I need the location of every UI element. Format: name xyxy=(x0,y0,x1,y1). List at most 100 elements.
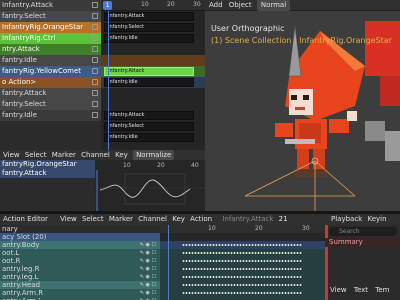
menu-add[interactable]: Add xyxy=(209,0,223,11)
keyframe-row[interactable] xyxy=(160,249,325,257)
graph-menu-marker[interactable]: Marker xyxy=(52,150,76,160)
nla-action-strip[interactable]: Infantry.Idle xyxy=(104,34,194,43)
keyframe-row[interactable] xyxy=(160,265,325,273)
graph-channel[interactable]: fantryRig.OrangeStar xyxy=(0,160,95,169)
graph-menu-select[interactable]: Select xyxy=(25,150,47,160)
keyframe-markers[interactable] xyxy=(182,275,302,279)
action-channel-row[interactable]: antry.Head ✎ ◉ ☐ xyxy=(0,281,160,289)
checkbox-icon[interactable] xyxy=(92,112,98,118)
nla-track-row[interactable]: fantry.Idle xyxy=(0,110,101,121)
orientation-dropdown[interactable]: Normal xyxy=(256,0,291,11)
channel-flag-icons[interactable]: ✎ ◉ ☐ xyxy=(140,241,156,249)
graph-menu-view[interactable]: View xyxy=(3,150,20,160)
nla-track-row[interactable]: fantry.Select xyxy=(0,99,101,110)
normalize-toggle[interactable]: Normalize xyxy=(133,150,175,160)
action-channel-row[interactable]: oot.L ✎ ◉ ☐ xyxy=(0,249,160,257)
action-channel-row[interactable]: antry.leg.R ✎ ◉ ☐ xyxy=(0,265,160,273)
keyframe-markers[interactable] xyxy=(182,267,302,271)
nla-action-strip[interactable]: Infantry.Attack xyxy=(104,111,194,120)
nla-track-label: fantry.Idle xyxy=(2,56,37,64)
action-menu-key[interactable]: Key xyxy=(172,214,185,225)
action-editor-title[interactable]: Action Editor xyxy=(3,214,48,225)
keyframe-markers[interactable] xyxy=(182,259,302,263)
action-menu-action[interactable]: Action xyxy=(190,214,212,225)
nla-track-row[interactable]: ntry.Attack xyxy=(0,44,101,55)
nla-action-strip[interactable]: Infantry.Select xyxy=(104,23,194,32)
nla-action-strip[interactable]: Infantry.Attack xyxy=(104,12,194,21)
action-channel-row[interactable]: antry.leg.L ✎ ◉ ☐ xyxy=(0,273,160,281)
checkbox-icon[interactable] xyxy=(92,57,98,63)
3d-viewport[interactable]: Add Object Normal User Orthographic (1) … xyxy=(205,0,400,211)
timeline-panel[interactable]: Playback Keyin Search Summary View Text … xyxy=(325,214,400,300)
channel-flag-icons[interactable]: ✎ ◉ ☐ xyxy=(140,273,156,281)
action-channel-row[interactable]: oot.R ✎ ◉ ☐ xyxy=(0,257,160,265)
action-channel-row[interactable]: antry.Arm.R ✎ ◉ ☐ xyxy=(0,289,160,297)
nla-track-row[interactable]: fantry.Attack xyxy=(0,88,101,99)
checkbox-icon[interactable] xyxy=(92,90,98,96)
graph-plot[interactable]: 10 20 40 xyxy=(95,160,205,211)
action-channel-row[interactable]: nary xyxy=(0,225,160,233)
keyframe-row[interactable] xyxy=(160,241,325,249)
keyframe-markers[interactable] xyxy=(182,283,302,287)
current-frame-badge[interactable]: 1 xyxy=(103,1,112,10)
keyframe-markers[interactable] xyxy=(182,291,302,295)
action-name-field[interactable]: Infantry.Attack xyxy=(222,214,273,225)
footer-view[interactable]: View xyxy=(330,285,347,296)
nla-track-row[interactable]: InfantryRig.Ctrl xyxy=(0,33,101,44)
nla-action-strip[interactable]: Infantry.Idle xyxy=(104,133,194,142)
checkbox-icon[interactable] xyxy=(92,13,98,19)
checkbox-icon[interactable] xyxy=(92,101,98,107)
action-menu-marker[interactable]: Marker xyxy=(109,214,133,225)
nla-action-strip[interactable]: Infantry.Attack xyxy=(104,67,194,76)
checkbox-icon[interactable] xyxy=(92,2,98,8)
action-menu-view[interactable]: View xyxy=(60,214,77,225)
checkbox-icon[interactable] xyxy=(92,24,98,30)
checkbox-icon[interactable] xyxy=(92,35,98,41)
channel-flag-icons[interactable]: ✎ ◉ ☐ xyxy=(140,289,156,297)
action-channel-row[interactable]: acy Slot (20) xyxy=(0,233,160,241)
nla-action-strip[interactable]: Infantry.Idle xyxy=(104,78,194,87)
nla-frame-ruler[interactable]: 1 10 20 30 xyxy=(101,0,205,11)
keyframe-row[interactable] xyxy=(160,257,325,265)
keyframe-row[interactable] xyxy=(160,273,325,281)
channel-flag-icons[interactable]: ✎ ◉ ☐ xyxy=(140,281,156,289)
rifle xyxy=(285,139,315,144)
footer-template[interactable]: Tem xyxy=(375,285,389,296)
graph-channel-list[interactable]: fantryRig.OrangeStar fantry.Attack xyxy=(0,160,95,211)
nla-track-row[interactable]: InfantryRig.OrangeStar xyxy=(0,22,101,33)
channel-flag-icons[interactable]: ✎ ◉ ☐ xyxy=(140,257,156,265)
keyframe-row[interactable] xyxy=(160,233,325,241)
checkbox-icon[interactable] xyxy=(92,46,98,52)
playback-menu[interactable]: Playback xyxy=(331,214,362,225)
footer-text[interactable]: Text xyxy=(354,285,368,296)
graph-editor[interactable]: View Select Marker Channel Key Normalize… xyxy=(0,150,205,211)
graph-menu-key[interactable]: Key xyxy=(115,150,128,160)
nla-track-row[interactable]: fantry.Select xyxy=(0,11,101,22)
action-tick-30: 30 xyxy=(302,225,310,232)
nla-track-row[interactable]: Infantry.Attack xyxy=(0,0,101,11)
graph-menu-channel[interactable]: Channel xyxy=(81,150,110,160)
timeline-search-input[interactable]: Search xyxy=(329,227,397,236)
keyframe-row[interactable] xyxy=(160,289,325,297)
keyframe-row[interactable] xyxy=(160,281,325,289)
menu-object[interactable]: Object xyxy=(229,0,252,11)
action-channel-row[interactable]: antry.Body ✎ ◉ ☐ xyxy=(0,241,160,249)
checkbox-icon[interactable] xyxy=(92,68,98,74)
nla-action-strip[interactable]: Infantry.Select xyxy=(104,122,194,131)
action-channel-list[interactable]: nary acy Slot (20) antry.Body ✎ ◉ ☐ oot.L ✎ ◉… xyxy=(0,225,160,300)
action-menu-channel[interactable]: Channel xyxy=(138,214,167,225)
keying-menu[interactable]: Keyin xyxy=(367,214,386,225)
graph-channel[interactable]: fantry.Attack xyxy=(0,169,95,178)
checkbox-icon[interactable] xyxy=(92,79,98,85)
channel-flag-icons[interactable]: ✎ ◉ ☐ xyxy=(140,265,156,273)
keyframe-markers[interactable] xyxy=(182,251,302,255)
nla-strip-area[interactable]: 1 10 20 30 Infantry.Attack Infantry.Selec… xyxy=(101,0,205,150)
nla-track-row[interactable]: fantryRig.YellowComet xyxy=(0,66,101,77)
channel-flag-icons[interactable]: ✎ ◉ ☐ xyxy=(140,249,156,257)
summary-row[interactable]: Summary xyxy=(325,238,400,247)
keyframe-markers[interactable] xyxy=(182,243,302,247)
nla-track-row[interactable]: o Action> xyxy=(0,77,101,88)
action-menu-select[interactable]: Select xyxy=(82,214,104,225)
nla-track-row[interactable]: fantry.Idle xyxy=(0,55,101,66)
action-keyframe-area[interactable]: 10 20 30 xyxy=(160,225,325,300)
